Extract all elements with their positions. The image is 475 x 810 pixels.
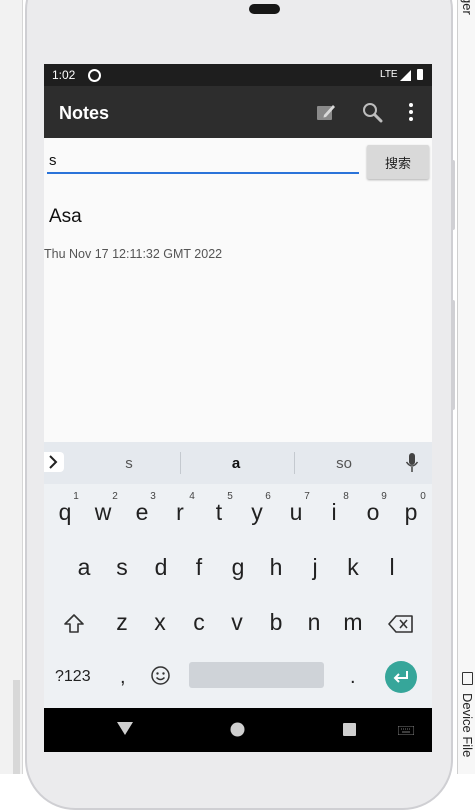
device-screen: 1:02 LTE Notes 搜索 Asa Thu Nov 17 12:11:3…	[44, 64, 432, 752]
key-g[interactable]: g	[223, 554, 253, 581]
search-input[interactable]	[47, 148, 359, 174]
key-z[interactable]: z	[107, 609, 137, 636]
network-type: LTE	[380, 69, 398, 80]
key-v[interactable]: v	[222, 609, 252, 636]
status-bar: 1:02 LTE	[44, 64, 432, 86]
key-c[interactable]: c	[184, 609, 214, 636]
soft-keyboard: s a so 1 2 3 4 5 6 7 8 9 0 q w e r t y u…	[44, 442, 432, 708]
back-nav-icon[interactable]	[117, 722, 133, 736]
period-key[interactable]: .	[350, 666, 356, 689]
suggestion-bar: s a so	[44, 442, 432, 484]
key-y[interactable]: y	[242, 499, 272, 526]
key-e[interactable]: e	[127, 499, 157, 526]
key-x[interactable]: x	[145, 609, 175, 636]
key-p[interactable]: p	[396, 499, 426, 526]
enter-icon[interactable]	[385, 661, 417, 693]
key-w[interactable]: w	[88, 499, 118, 526]
power-button[interactable]	[451, 300, 455, 410]
battery-icon	[417, 69, 423, 80]
app-title: Notes	[59, 103, 110, 123]
search-button[interactable]: 搜索	[367, 145, 429, 179]
volume-button[interactable]	[451, 160, 455, 230]
navigation-bar	[44, 708, 432, 752]
chevron-right-icon[interactable]	[44, 452, 64, 472]
symbols-key[interactable]: ?123	[55, 668, 91, 686]
suggestion-divider	[180, 452, 181, 474]
app-bar: Notes	[44, 86, 432, 138]
key-d[interactable]: d	[146, 554, 176, 581]
backspace-icon[interactable]	[388, 614, 414, 634]
more-vert-icon[interactable]	[400, 100, 424, 124]
key-q[interactable]: q	[50, 499, 80, 526]
space-key[interactable]	[189, 662, 324, 688]
key-b[interactable]: b	[261, 609, 291, 636]
ide-tool-window-tab[interactable]: ger	[460, 0, 475, 15]
status-time: 1:02	[52, 68, 76, 82]
ide-left-panel	[0, 0, 23, 774]
key-l[interactable]: l	[377, 554, 407, 581]
emoji-icon[interactable]	[150, 665, 171, 686]
key-s[interactable]: s	[107, 554, 137, 581]
key-o[interactable]: o	[358, 499, 388, 526]
shift-icon[interactable]	[63, 613, 85, 635]
key-k[interactable]: k	[338, 554, 368, 581]
suggestion-3[interactable]: so	[304, 455, 384, 472]
keyboard-switch-icon[interactable]	[398, 726, 414, 735]
ide-scrollbar[interactable]	[13, 680, 20, 774]
key-i[interactable]: i	[319, 499, 349, 526]
search-icon[interactable]	[360, 100, 384, 124]
key-u[interactable]: u	[281, 499, 311, 526]
key-a[interactable]: a	[69, 554, 99, 581]
key-j[interactable]: j	[300, 554, 330, 581]
ide-right-panel: ger Device File	[457, 0, 475, 774]
key-t[interactable]: t	[204, 499, 234, 526]
key-r[interactable]: r	[165, 499, 195, 526]
home-nav-icon[interactable]	[230, 722, 245, 737]
suggestion-divider	[294, 452, 295, 474]
note-title: Asa	[49, 206, 82, 227]
mic-icon[interactable]	[405, 452, 419, 474]
edit-note-icon[interactable]	[314, 100, 338, 124]
suggestion-2[interactable]: a	[196, 455, 276, 472]
key-n[interactable]: n	[299, 609, 329, 636]
front-sensor	[249, 4, 280, 14]
device-file-icon	[462, 672, 473, 685]
comma-key[interactable]: ,	[120, 666, 126, 689]
key-f[interactable]: f	[184, 554, 214, 581]
suggestion-1[interactable]: s	[89, 455, 169, 472]
signal-icon	[400, 70, 411, 81]
recents-nav-icon[interactable]	[343, 723, 356, 736]
note-date: Thu Nov 17 12:11:32 GMT 2022	[44, 247, 223, 261]
key-h[interactable]: h	[261, 554, 291, 581]
device-file-explorer-tab[interactable]: Device File	[460, 693, 475, 757]
key-m[interactable]: m	[338, 609, 368, 636]
sync-icon	[88, 69, 101, 82]
